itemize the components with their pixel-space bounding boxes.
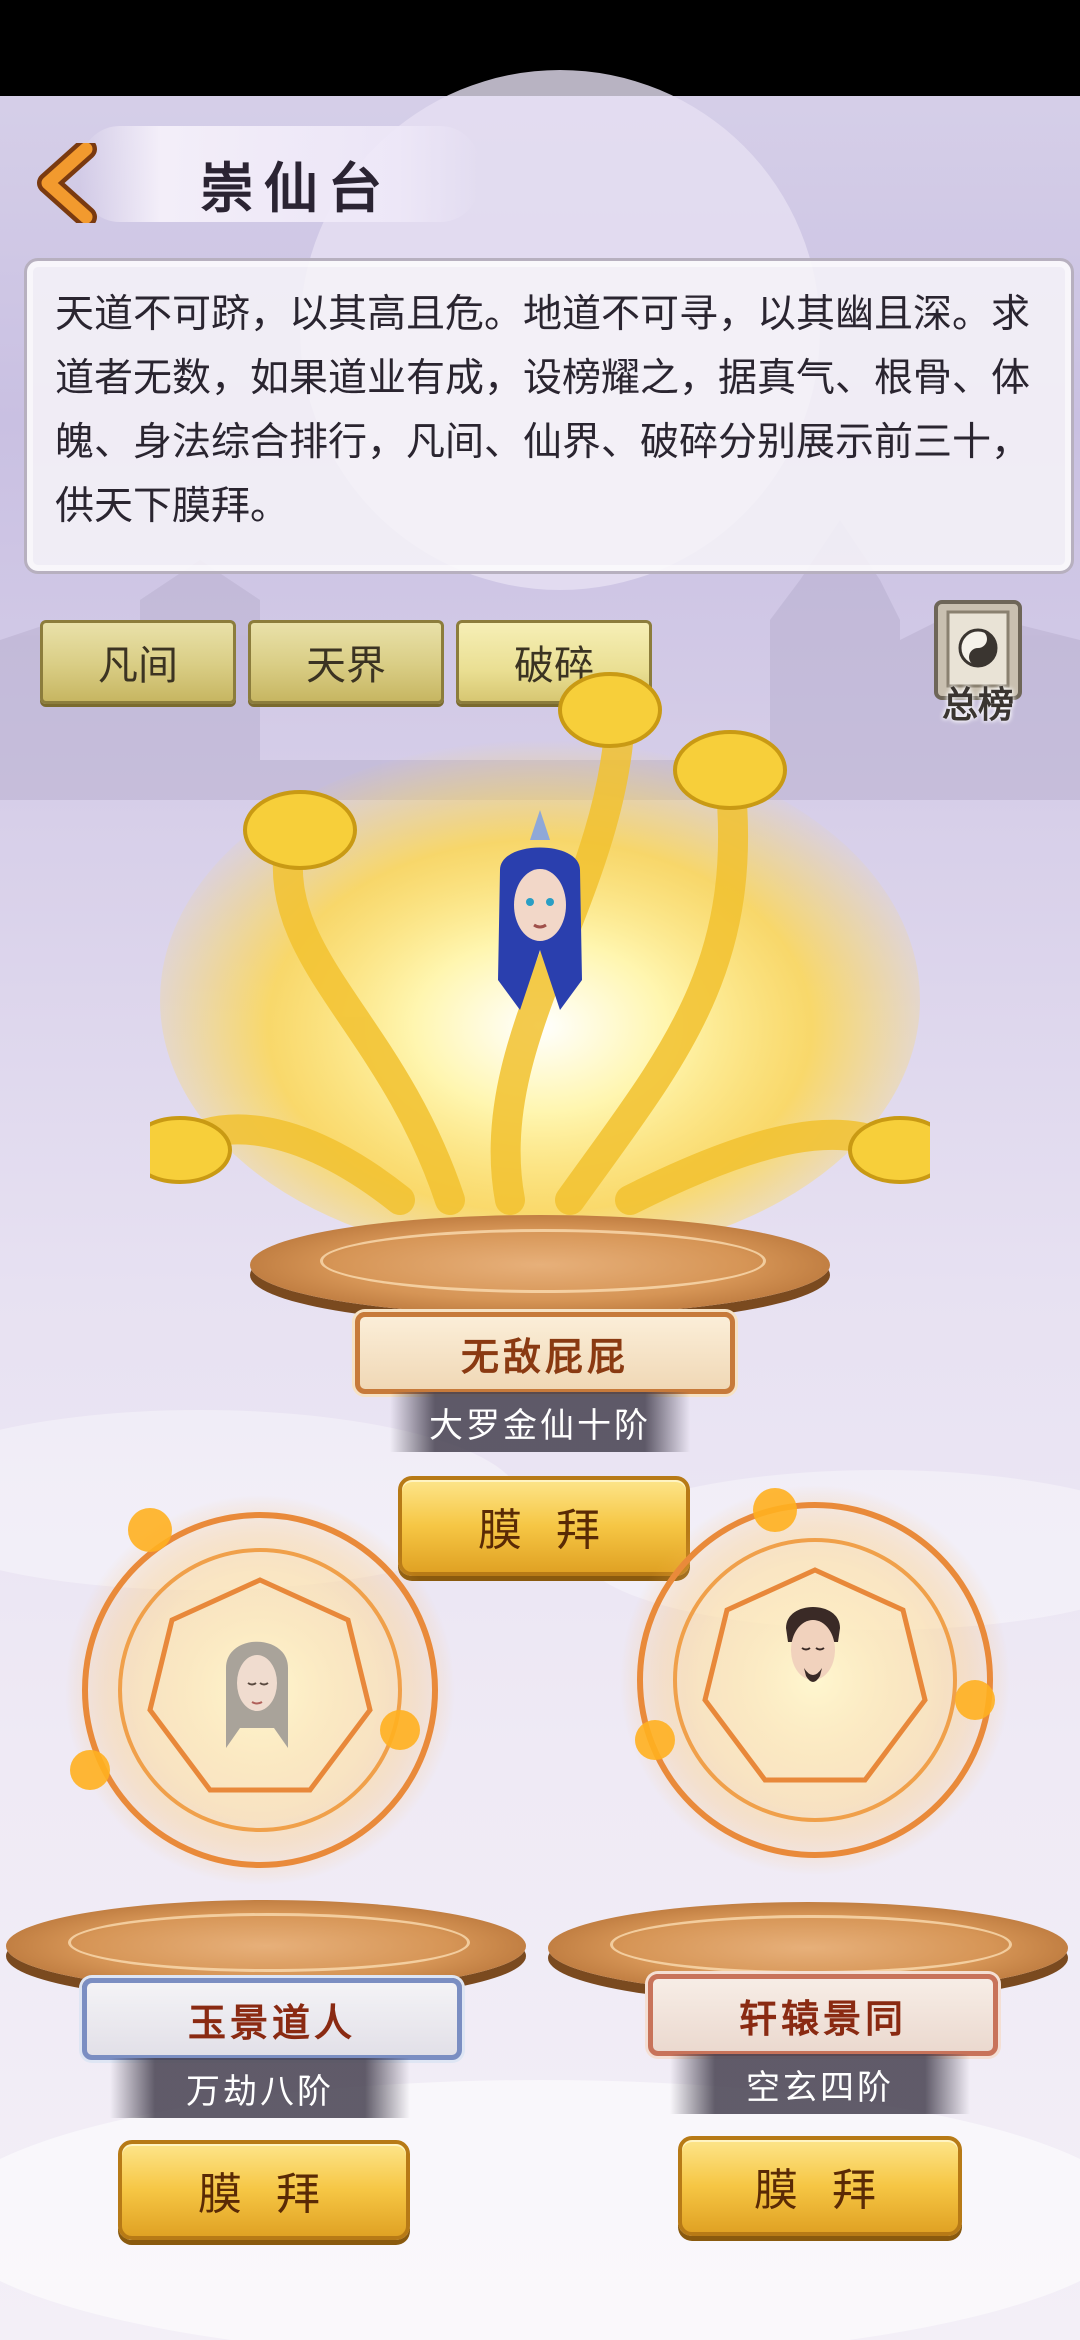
- rank2-rank-plate: 万劫八阶: [110, 2058, 410, 2118]
- back-button[interactable]: [24, 138, 114, 228]
- rank3-avatar[interactable]: [778, 1598, 848, 1708]
- rank2-avatar[interactable]: [222, 1628, 292, 1758]
- rank1-podium: [250, 1215, 830, 1315]
- rank1-rank-plate: 大罗金仙十阶: [390, 1392, 690, 1452]
- status-bar: [0, 0, 1080, 96]
- rank1-nameplate: 无敌屁屁: [355, 1312, 735, 1394]
- rank2-nameplate: 玉景道人: [82, 1978, 462, 2060]
- header-bar: 崇仙台: [0, 96, 1080, 236]
- rank3-worship-button[interactable]: 膜 拜: [678, 2136, 962, 2236]
- overall-button-label: 总榜: [941, 684, 1014, 726]
- rank3-rank-plate: 空玄四阶: [670, 2054, 970, 2114]
- rank1-avatar[interactable]: [490, 810, 590, 1030]
- rank2-rank: 万劫八阶: [186, 2071, 334, 2112]
- rank3-name: 轩辕景同: [738, 1995, 907, 2041]
- description-panel: 天道不可跻，以其高且危。地道不可寻，以其幽且深。求道者无数，如果道业有成，设榜耀…: [24, 258, 1074, 574]
- description-text: 天道不可跻，以其高且危。地道不可寻，以其幽且深。求道者无数，如果道业有成，设榜耀…: [55, 292, 1031, 529]
- rank2-worship-button[interactable]: 膜 拜: [118, 2140, 410, 2240]
- rank3-nameplate: 轩辕景同: [648, 1974, 998, 2056]
- chevron-left-icon: [37, 143, 97, 223]
- rank1-name: 无敌屁屁: [460, 1333, 629, 1379]
- rank3-rank: 空玄四阶: [746, 2067, 894, 2108]
- rank2-name: 玉景道人: [187, 1999, 356, 2045]
- rank1-worship-label: 膜 拜: [478, 1505, 610, 1556]
- rank3-worship-label: 膜 拜: [754, 2165, 886, 2216]
- rank1-rank: 大罗金仙十阶: [429, 1405, 651, 1446]
- page-title: 崇仙台: [200, 156, 392, 220]
- overall-leaderboard-button[interactable]: 总榜: [918, 598, 1038, 728]
- rank2-worship-label: 膜 拜: [198, 2169, 330, 2220]
